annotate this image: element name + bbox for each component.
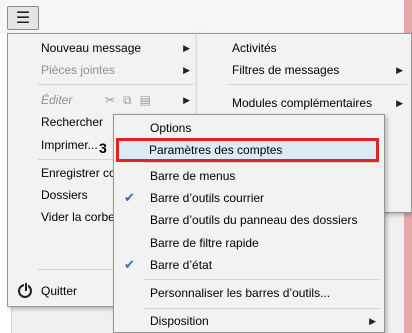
power-icon: [18, 282, 32, 298]
menu-item-message-filters[interactable]: Filtres de messages ▶: [197, 59, 411, 81]
submenu-arrow-icon: ▶: [396, 65, 403, 75]
hamburger-icon: ☰: [15, 10, 31, 27]
menu-separator: [38, 84, 194, 85]
submenu-item-mail-toolbar[interactable]: ✔ Barre d’outils courrier: [114, 187, 384, 209]
submenu-item-folder-pane-toolbar[interactable]: Barre d’outils du panneau des dossiers: [114, 209, 384, 231]
checkmark-icon: ✔: [124, 257, 135, 272]
menu-separator: [144, 279, 380, 280]
submenu-arrow-icon: ▶: [183, 43, 190, 53]
menu-separator: [144, 162, 380, 163]
submenu-arrow-icon: ▶: [183, 95, 190, 105]
menu-item-new-message[interactable]: Nouveau message ▶: [8, 37, 198, 59]
menu-item-attachments[interactable]: Pièces jointes ▶: [8, 59, 198, 81]
step-marker: 3: [99, 140, 107, 156]
submenu-item-menu-bar[interactable]: Barre de menus: [114, 165, 384, 187]
menu-separator: [144, 308, 380, 309]
menu-item-addons[interactable]: Modules complémentaires ▶: [197, 92, 411, 114]
edit-tools-icon: ✂⧉▤: [105, 93, 159, 107]
submenu-arrow-icon: ▶: [183, 65, 190, 75]
submenu-item-status-bar[interactable]: ✔ Barre d’état: [114, 254, 384, 276]
submenu-item-options[interactable]: Options: [114, 117, 384, 139]
submenu-item-layout[interactable]: Disposition ▶: [114, 310, 384, 332]
menu-item-edit[interactable]: Éditer ✂⧉▤ ▶: [8, 89, 198, 111]
menu-separator: [227, 84, 407, 85]
submenu-item-quick-filter-bar[interactable]: Barre de filtre rapide: [114, 232, 384, 254]
submenu-item-account-settings[interactable]: Paramètres des comptes: [149, 138, 282, 162]
app-toolbar: [0, 0, 412, 34]
submenu-item-customize-toolbars[interactable]: Personnaliser les barres d’outils...: [114, 282, 384, 304]
app-menu-button[interactable]: ☰: [7, 6, 39, 30]
menu-item-activities[interactable]: Activités: [197, 37, 411, 59]
submenu-arrow-icon: ▶: [369, 316, 376, 326]
submenu-arrow-icon: ▶: [396, 98, 403, 108]
checkmark-icon: ✔: [124, 190, 135, 205]
